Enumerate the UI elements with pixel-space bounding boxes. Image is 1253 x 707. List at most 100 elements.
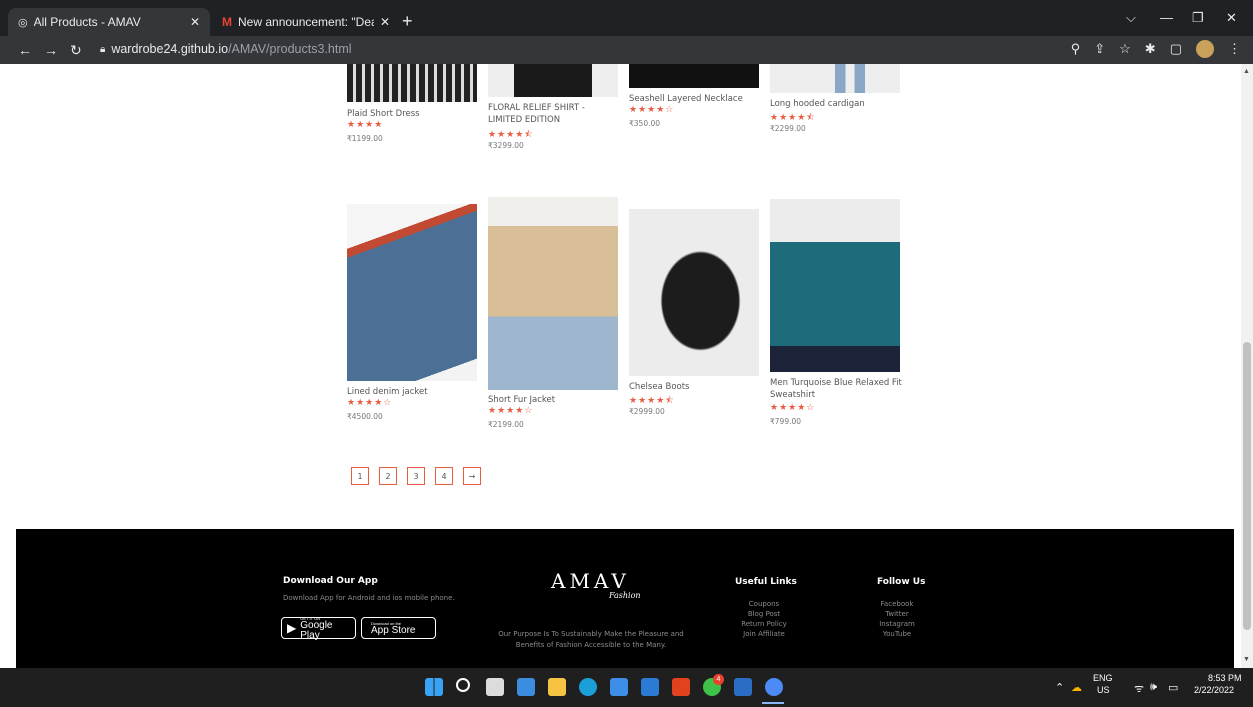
forward-icon[interactable]: → <box>44 42 58 58</box>
store-icon[interactable] <box>610 678 628 696</box>
word-icon[interactable] <box>734 678 752 696</box>
file-explorer-icon[interactable] <box>548 678 566 696</box>
profile-avatar[interactable] <box>1196 40 1214 58</box>
globe-icon: ◎ <box>18 16 28 29</box>
product-name[interactable]: Chelsea Boots <box>629 381 761 393</box>
scroll-down-arrow-icon[interactable]: ▼ <box>1243 656 1250 663</box>
logo-subtitle: Fashion <box>609 591 641 600</box>
useful-link[interactable]: Join Affiliate <box>721 629 807 640</box>
notification-badge: 4 <box>713 674 724 685</box>
product-price: ₹799.00 <box>770 417 802 426</box>
scroll-up-arrow-icon[interactable]: ▲ <box>1243 68 1250 75</box>
product-name[interactable]: Seashell Layered Necklace <box>629 93 761 105</box>
tab-search-icon[interactable]: ⌵ <box>1126 10 1136 26</box>
next-page-button[interactable]: → <box>463 467 481 485</box>
product-name[interactable]: Short Fur Jacket <box>488 394 620 406</box>
product-image[interactable] <box>488 64 618 97</box>
social-link[interactable]: YouTube <box>861 629 933 640</box>
maximize-icon[interactable]: ❐ <box>1192 10 1204 26</box>
clock-date[interactable]: 2/22/2022 <box>1194 685 1234 695</box>
edge-icon[interactable] <box>579 678 597 696</box>
product-image[interactable] <box>770 199 900 372</box>
product-name[interactable]: FLORAL RELIEF SHIRT - LIMITED EDITION <box>488 102 620 126</box>
windows-taskbar: 4 ⌃ ☁ ENG US ᯤ 🕪︎ ▭ 8:53 PM 2/22/2022 <box>0 668 1253 707</box>
google-play-button[interactable]: ▶ GET IT ON Google Play <box>281 616 356 640</box>
product-rating: ★★★★☆ <box>629 105 675 115</box>
useful-links-heading: Useful Links <box>735 577 797 587</box>
windows-start-icon[interactable] <box>425 678 443 696</box>
volume-icon[interactable]: 🕪︎ <box>1150 681 1157 694</box>
url-path: /AMAV/products3.html <box>228 42 352 56</box>
browser-toolbar: ← → ↻ 🔒︎ wardrobe24.github.io/AMAV/produ… <box>0 36 1253 64</box>
tab-all-products[interactable]: ◎ All Products - AMAV ✕ <box>8 8 210 36</box>
close-tab-icon[interactable]: ✕ <box>190 15 200 29</box>
bookmark-star-icon[interactable]: ☆ <box>1119 41 1131 57</box>
tab-title: All Products - AMAV <box>33 15 141 29</box>
extensions-icon[interactable]: ✱ <box>1145 41 1156 57</box>
side-panel-icon[interactable]: ▢ <box>1170 41 1182 57</box>
weather-icon[interactable]: ☁ <box>1071 681 1082 694</box>
product-price: ₹2299.00 <box>770 124 806 133</box>
product-name[interactable]: Lined denim jacket <box>347 386 479 398</box>
product-image[interactable] <box>488 197 618 390</box>
lock-icon: 🔒︎ <box>100 43 106 55</box>
product-name[interactable]: Long hooded cardigan <box>770 98 902 110</box>
play-icon: ▶ <box>287 621 297 635</box>
product-name[interactable]: Plaid Short Dress <box>347 108 479 120</box>
app-store-button[interactable]: Download on the App Store <box>361 617 436 639</box>
page-1-button[interactable]: 1 <box>351 467 369 485</box>
new-tab-button[interactable]: + <box>402 12 413 30</box>
product-price: ₹3299.00 <box>488 141 524 150</box>
product-image[interactable] <box>347 64 477 102</box>
download-app-text: Download App for Android and ios mobile … <box>283 594 455 602</box>
menu-icon[interactable]: ⋮ <box>1228 41 1241 57</box>
reload-icon[interactable]: ↻ <box>70 42 82 59</box>
purpose-text: Our Purpose Is To Sustainably Make the P… <box>498 630 684 649</box>
battery-icon[interactable]: ▭ <box>1168 681 1178 694</box>
back-icon[interactable]: ← <box>18 42 32 58</box>
tab-title: New announcement: "Dear stude <box>238 15 374 29</box>
region-label[interactable]: US <box>1097 685 1110 695</box>
clock-time[interactable]: 8:53 PM <box>1208 673 1242 683</box>
product-price: ₹1199.00 <box>347 134 383 143</box>
search-icon[interactable] <box>456 678 470 692</box>
product-rating: ★★★★☆ <box>488 406 534 416</box>
share-icon[interactable]: ⇪ <box>1094 41 1105 57</box>
office-icon[interactable] <box>672 678 690 696</box>
chrome-icon[interactable] <box>765 678 783 696</box>
mail-icon[interactable] <box>641 678 659 696</box>
tab-announcement[interactable]: M New announcement: "Dear stude ✕ <box>212 8 400 36</box>
product-price: ₹350.00 <box>629 119 661 128</box>
url-host: wardrobe24.github.io <box>111 42 229 56</box>
product-name[interactable]: Men Turquoise Blue Relaxed Fit Sweatshir… <box>770 377 902 401</box>
page-3-button[interactable]: 3 <box>407 467 425 485</box>
active-app-indicator <box>762 702 784 704</box>
product-price: ₹2199.00 <box>488 420 524 429</box>
scroll-thumb[interactable] <box>1243 342 1251 630</box>
close-window-icon[interactable]: ✕ <box>1226 10 1237 26</box>
product-price: ₹2999.00 <box>629 407 665 416</box>
product-image[interactable] <box>770 64 900 93</box>
download-app-heading: Download Our App <box>283 576 378 586</box>
language-label[interactable]: ENG <box>1093 673 1113 683</box>
product-price: ₹4500.00 <box>347 412 383 421</box>
widgets-icon[interactable] <box>517 678 535 696</box>
product-rating: ★★★★☆ <box>347 398 393 408</box>
minimize-icon[interactable]: — <box>1160 10 1173 25</box>
product-image[interactable] <box>629 64 759 88</box>
close-tab-icon[interactable]: ✕ <box>380 15 390 29</box>
product-image[interactable] <box>347 204 477 381</box>
apple-big-text: App Store <box>371 624 416 636</box>
gmail-icon: M <box>222 15 232 29</box>
wifi-icon[interactable]: ᯤ <box>1134 681 1144 696</box>
browser-tab-strip: ◎ All Products - AMAV ✕ M New announceme… <box>0 0 1253 40</box>
page-4-button[interactable]: 4 <box>435 467 453 485</box>
address-bar[interactable]: 🔒︎ wardrobe24.github.io/AMAV/products3.h… <box>100 38 352 60</box>
task-view-icon[interactable] <box>486 678 504 696</box>
zoom-icon[interactable]: ⚲ <box>1071 41 1081 57</box>
product-image[interactable] <box>629 209 759 376</box>
site-footer: Download Our App Download App for Androi… <box>16 529 1234 668</box>
page-scrollbar[interactable]: ▲ ▼ <box>1241 64 1253 668</box>
page-2-button[interactable]: 2 <box>379 467 397 485</box>
tray-chevron-icon[interactable]: ⌃ <box>1055 681 1064 694</box>
